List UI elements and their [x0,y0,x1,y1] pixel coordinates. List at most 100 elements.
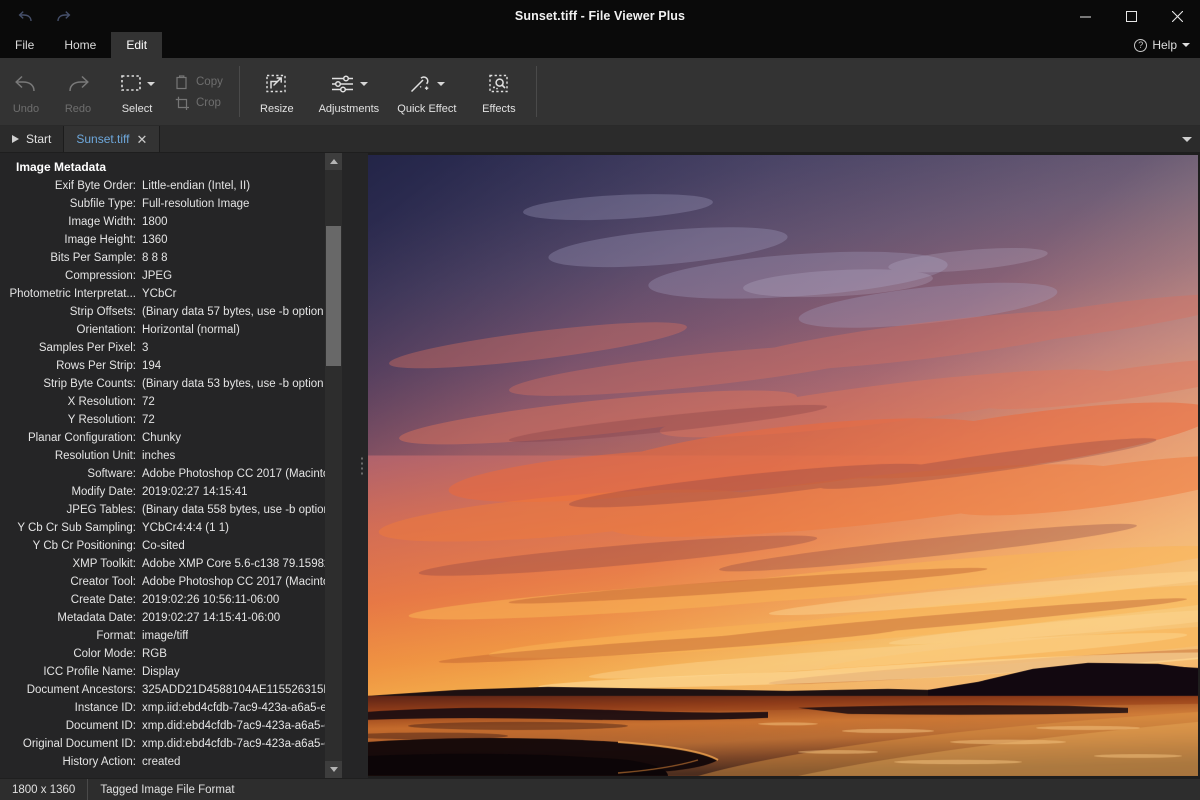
metadata-row: Y Resolution: 72 [0,414,356,432]
doc-tab-start[interactable]: Start [0,126,65,152]
metadata-value: JPEG [142,270,173,282]
metadata-value: Little-endian (Intel, II) [142,180,251,192]
metadata-key: Modify Date: [71,486,136,498]
doc-tab-sunset[interactable]: Sunset.tiff ✕ [64,126,161,152]
ribbon-separator [238,66,240,117]
metadata-key: Original Document ID: [22,738,136,750]
close-button[interactable] [1154,0,1200,32]
metadata-key: Document ID: [65,720,136,732]
metadata-row: Strip Byte Counts: (Binary data 53 bytes,… [0,378,356,396]
tab-edit[interactable]: Edit [111,32,163,58]
metadata-scrollbar[interactable] [325,153,342,778]
redo-button[interactable]: Redo [52,60,104,125]
help-label: Help [1152,38,1177,52]
metadata-key: Image Width: [68,216,136,228]
scrollbar-thumb[interactable] [326,226,341,366]
metadata-key: Strip Byte Counts: [43,378,136,390]
help-button[interactable]: ? Help [1134,32,1190,58]
metadata-value: image/tiff [142,630,189,642]
tab-file[interactable]: File [0,32,49,58]
metadata-value: YCbCr4:4:4 (1 1) [142,522,229,534]
metadata-row: Metadata Date: 2019:02:27 14:15:41-06:00 [0,612,356,630]
metadata-key: Format: [96,630,136,642]
metadata-key: Instance ID: [74,702,136,714]
metadata-key: Exif Byte Order: [54,180,136,192]
crop-label: Crop [196,97,221,109]
title-bar: Sunset.tiff - File Viewer Plus [0,0,1200,32]
adjustments-label: Adjustments [318,102,380,115]
metadata-key: Rows Per Strip: [56,360,136,372]
play-triangle-icon [12,135,19,143]
copy-button[interactable]: Copy [170,72,233,93]
metadata-value: 2019:02:27 14:15:41 [142,486,248,498]
scroll-down-button[interactable] [325,761,342,778]
metadata-key: Software: [87,468,136,480]
magic-wand-icon [408,69,446,99]
metadata-row: Create Date: 2019:02:26 10:56:11-06:00 [0,594,356,612]
panel-splitter[interactable] [356,153,368,778]
chevron-down-icon[interactable] [437,81,446,86]
metadata-value: 1360 [142,234,168,246]
doc-tab-start-label: Start [26,132,52,146]
image-viewer[interactable] [368,153,1200,778]
metadata-key: Planar Configuration: [27,432,136,444]
chevron-down-icon[interactable] [360,81,369,86]
quick-access-toolbar [0,5,74,27]
metadata-value: 2019:02:27 14:15:41-06:00 [142,612,281,624]
metadata-row: Exif Byte Order: Little-endian (Intel, II… [0,180,356,198]
metadata-row: Subfile Type: Full-resolution Image [0,198,356,216]
status-format: Tagged Image File Format [100,783,235,796]
maximize-button[interactable] [1108,0,1154,32]
select-label: Select [121,102,153,115]
metadata-row: Orientation: Horizontal (normal) [0,324,356,342]
metadata-value: 2019:02:26 10:56:11-06:00 [142,594,280,606]
metadata-key: Metadata Date: [57,612,136,624]
application-window: Sunset.tiff - File Viewer Plus File Home… [0,0,1200,800]
scroll-up-button[interactable] [325,153,342,170]
marquee-select-icon [120,69,155,99]
redo-arrow-icon[interactable] [52,5,74,27]
metadata-key: Resolution Unit: [54,450,136,462]
metadata-row: Format: image/tiff [0,630,356,648]
chevron-down-icon[interactable] [146,81,155,86]
metadata-key: Compression: [65,270,136,282]
metadata-key: Color Mode: [73,648,136,660]
minimize-button[interactable] [1062,0,1108,32]
metadata-key: Subfile Type: [69,198,136,210]
metadata-key: History Action: [62,756,137,768]
metadata-row: Image Width: 1800 [0,216,356,234]
main-content: Image Metadata Exif Byte Order: Little-en… [0,153,1200,778]
metadata-row: Creator Tool: Adobe Photoshop CC 2017 (Ma… [0,576,356,594]
tab-overflow-button[interactable] [1182,126,1192,153]
redo-label: Redo [64,102,92,115]
close-icon[interactable]: ✕ [137,133,148,146]
copy-label: Copy [196,76,223,88]
triangle-up-icon [329,159,338,164]
clipboard-group: Copy Crop [170,60,235,125]
metadata-key: XMP Toolkit: [72,558,137,570]
resize-button[interactable]: Resize [244,60,310,125]
effects-magnifier-icon [487,69,511,99]
metadata-value: (Binary data 53 bytes, use -b option t..… [142,378,336,390]
metadata-row: Strip Offsets: (Binary data 57 bytes, use… [0,306,356,324]
metadata-key: Strip Offsets: [69,306,136,318]
adjustments-button[interactable]: Adjustments [310,60,388,125]
splitter-grip-icon [361,457,363,474]
metadata-row: Y Cb Cr Sub Sampling: YCbCr4:4:4 (1 1) [0,522,356,540]
metadata-key: Y Cb Cr Positioning: [32,540,136,552]
crop-icon [174,96,190,111]
select-button[interactable]: Select [104,60,170,125]
tab-home[interactable]: Home [49,32,111,58]
undo-button[interactable]: Undo [0,60,52,125]
undo-arrow-icon [13,69,39,99]
metadata-value: Adobe XMP Core 5.6-c138 79.159824, ... [142,558,336,570]
crop-button[interactable]: Crop [170,93,233,114]
metadata-value: Horizontal (normal) [142,324,240,336]
quick-effect-button[interactable]: Quick Effect [388,60,466,125]
metadata-value: 194 [142,360,162,372]
metadata-key: Samples Per Pixel: [38,342,136,354]
copy-icon [174,74,190,90]
undo-arrow-icon[interactable] [14,5,36,27]
effects-button[interactable]: Effects [466,60,532,125]
metadata-row: Samples Per Pixel: 3 [0,342,356,360]
